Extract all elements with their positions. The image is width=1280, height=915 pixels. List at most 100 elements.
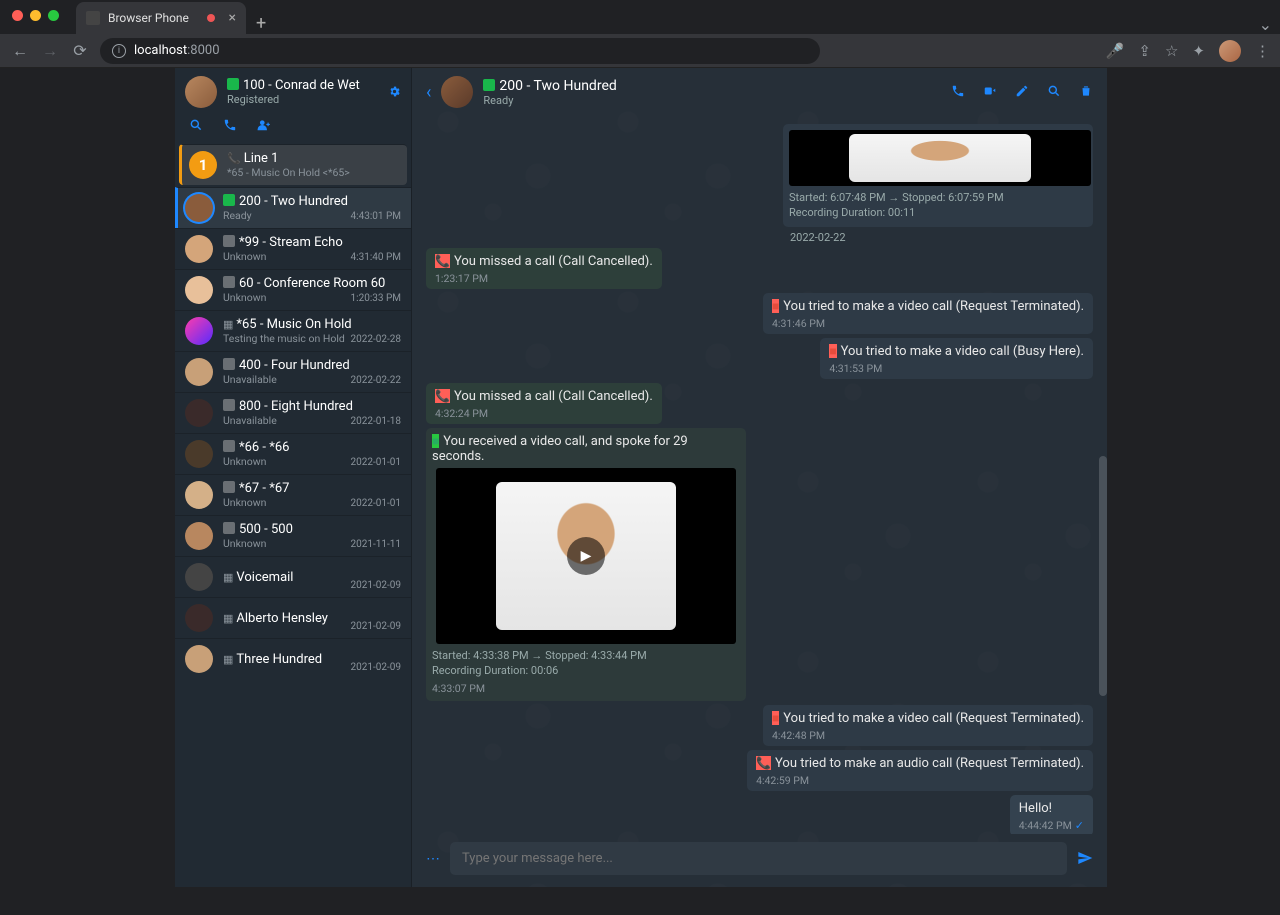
message-list[interactable]: Started: 6:07:48 PM → Stopped: 6:07:59 P… [412, 116, 1107, 834]
back-button[interactable]: ‹ [426, 82, 431, 103]
back-button[interactable]: ← [10, 41, 30, 61]
contact-item[interactable]: ▦Voicemail 2021-02-09 [175, 556, 411, 597]
maximize-window-icon[interactable] [48, 10, 59, 21]
add-contact-button[interactable] [257, 118, 271, 134]
contact-item[interactable]: 60 - Conference Room 60 Unknown 1:20:33 … [175, 269, 411, 310]
contact-avatar [185, 563, 213, 591]
scrollbar[interactable] [1099, 456, 1107, 696]
my-avatar[interactable] [185, 76, 217, 108]
call-text: ■You received a video call, and spoke fo… [432, 434, 740, 464]
check-icon: ✓ [1075, 819, 1084, 832]
chat-panel: ‹ 200 - Two Hundred Ready Started: 6:07:… [412, 68, 1107, 887]
contact-item[interactable]: 400 - Four Hundred Unavailable 2022-02-2… [175, 351, 411, 392]
play-icon[interactable]: ▶ [567, 537, 605, 575]
video-thumbnail[interactable] [789, 130, 1091, 186]
browser-toolbar: ← → ⟳ i localhost:8000 🎤 ⇪ ☆ ✦ ⋮ [0, 34, 1280, 68]
date-separator: 2022-02-22 [426, 231, 1093, 244]
message-input[interactable] [450, 842, 1067, 875]
phone-icon: 📞 [435, 254, 450, 268]
contact-avatar [185, 645, 213, 673]
contact-name: ▦*65 - Music On Hold [223, 317, 401, 332]
contact-time: 2022-02-22 [351, 375, 402, 386]
contact-avatar [185, 276, 213, 304]
contact-avatar [185, 358, 213, 386]
new-tab-button[interactable]: + [256, 13, 266, 34]
line-badge: 1 [189, 151, 217, 179]
message-bubble: 📞You tried to make an audio call (Reques… [747, 750, 1093, 791]
settings-button[interactable] [388, 85, 401, 100]
recording-indicator-icon [207, 14, 215, 22]
contact-item[interactable]: ▦Three Hundred 2021-02-09 [175, 638, 411, 679]
contact-item[interactable]: 800 - Eight Hundred Unavailable 2022-01-… [175, 392, 411, 433]
edit-button[interactable] [1015, 84, 1029, 100]
minimize-window-icon[interactable] [30, 10, 41, 21]
presence-icon [223, 276, 235, 288]
presence-icon [223, 194, 235, 206]
contact-time: 2021-02-09 [351, 621, 402, 632]
message-row: 📞You tried to make an audio call (Reques… [426, 750, 1093, 791]
browser-tab[interactable]: Browser Phone × [76, 2, 246, 34]
presence-icon [483, 79, 495, 91]
presence-icon [223, 399, 235, 411]
video-meta: Started: 6:07:48 PM → Stopped: 6:07:59 P… [789, 190, 1087, 221]
bookmark-icon[interactable]: ☆ [1165, 42, 1178, 60]
menu-icon[interactable]: ⋮ [1255, 42, 1270, 60]
presence-icon [223, 235, 235, 247]
sidebar-actions [175, 112, 411, 142]
contact-time: 4:31:40 PM [351, 252, 401, 263]
tab-title: Browser Phone [108, 11, 189, 25]
reload-button[interactable]: ⟳ [70, 41, 90, 60]
presence-icon [223, 481, 235, 493]
share-icon[interactable]: ⇪ [1138, 42, 1151, 60]
presence-icon [223, 358, 235, 370]
extensions-icon[interactable]: ✦ [1192, 42, 1205, 60]
contact-item[interactable]: ▦*65 - Music On Hold Testing the music o… [175, 310, 411, 351]
contact-avatar [185, 604, 213, 632]
site-info-icon[interactable]: i [112, 44, 126, 58]
contact-item[interactable]: 500 - 500 Unknown 2021-11-11 [175, 515, 411, 556]
mic-icon[interactable]: 🎤 [1106, 42, 1125, 60]
phone-icon: 📞 [756, 756, 771, 770]
video-icon: ■ [772, 711, 779, 725]
audio-call-button[interactable] [951, 84, 965, 100]
message-time: 1:23:17 PM [435, 272, 653, 285]
contact-name: *99 - Stream Echo [223, 235, 401, 250]
contact-name: 200 - Two Hundred [223, 194, 401, 209]
line-title: 📞Line 1 [227, 151, 397, 166]
contact-time: 2022-01-01 [351, 457, 402, 468]
video-call-button[interactable] [983, 84, 997, 100]
video-thumbnail[interactable]: ▶ [436, 468, 736, 644]
delete-button[interactable] [1079, 84, 1093, 100]
search-in-chat-button[interactable] [1047, 84, 1061, 100]
contact-item[interactable]: *99 - Stream Echo Unknown 4:31:40 PM [175, 228, 411, 269]
left-gutter [1, 68, 175, 887]
profile-avatar[interactable] [1219, 40, 1241, 62]
search-button[interactable] [189, 118, 203, 134]
contact-name: 800 - Eight Hundred [223, 399, 401, 414]
contact-item[interactable]: *66 - *66 Unknown 2022-01-01 [175, 433, 411, 474]
contact-item[interactable]: *67 - *67 Unknown 2022-01-01 [175, 474, 411, 515]
chat-avatar[interactable] [441, 76, 473, 108]
contact-time: 2022-01-18 [351, 416, 402, 427]
chat-name: 200 - Two Hundred [483, 78, 941, 94]
close-tab-icon[interactable]: × [229, 10, 236, 26]
dial-button[interactable] [223, 118, 237, 134]
contact-item[interactable]: ▦Alberto Hensley 2021-02-09 [175, 597, 411, 638]
phone-icon: 📞 [435, 389, 450, 403]
message-text: ■You tried to make a video call (Request… [772, 299, 1084, 314]
active-line[interactable]: 1 📞Line 1 *65 - Music On Hold <*65> [179, 144, 407, 185]
contact-name: *67 - *67 [223, 481, 401, 496]
message-text: 📞You tried to make an audio call (Reques… [756, 756, 1084, 771]
contact-item[interactable]: 200 - Two Hundred Ready 4:43:01 PM [175, 187, 411, 228]
presence-icon [223, 522, 235, 534]
address-bar[interactable]: i localhost:8000 [100, 38, 820, 64]
close-window-icon[interactable] [12, 10, 23, 21]
composer-more-button[interactable]: ⋯ [426, 851, 440, 867]
presence-icon [223, 440, 235, 452]
contact-avatar [185, 317, 213, 345]
message-time: 4:42:48 PM [772, 729, 1084, 742]
video-meta: Started: 4:33:38 PM → Stopped: 4:33:44 P… [432, 648, 740, 679]
chevron-down-icon[interactable]: ⌄ [1259, 15, 1272, 34]
send-button[interactable] [1077, 849, 1093, 868]
message-row: ■You tried to make a video call (Busy He… [426, 338, 1093, 379]
